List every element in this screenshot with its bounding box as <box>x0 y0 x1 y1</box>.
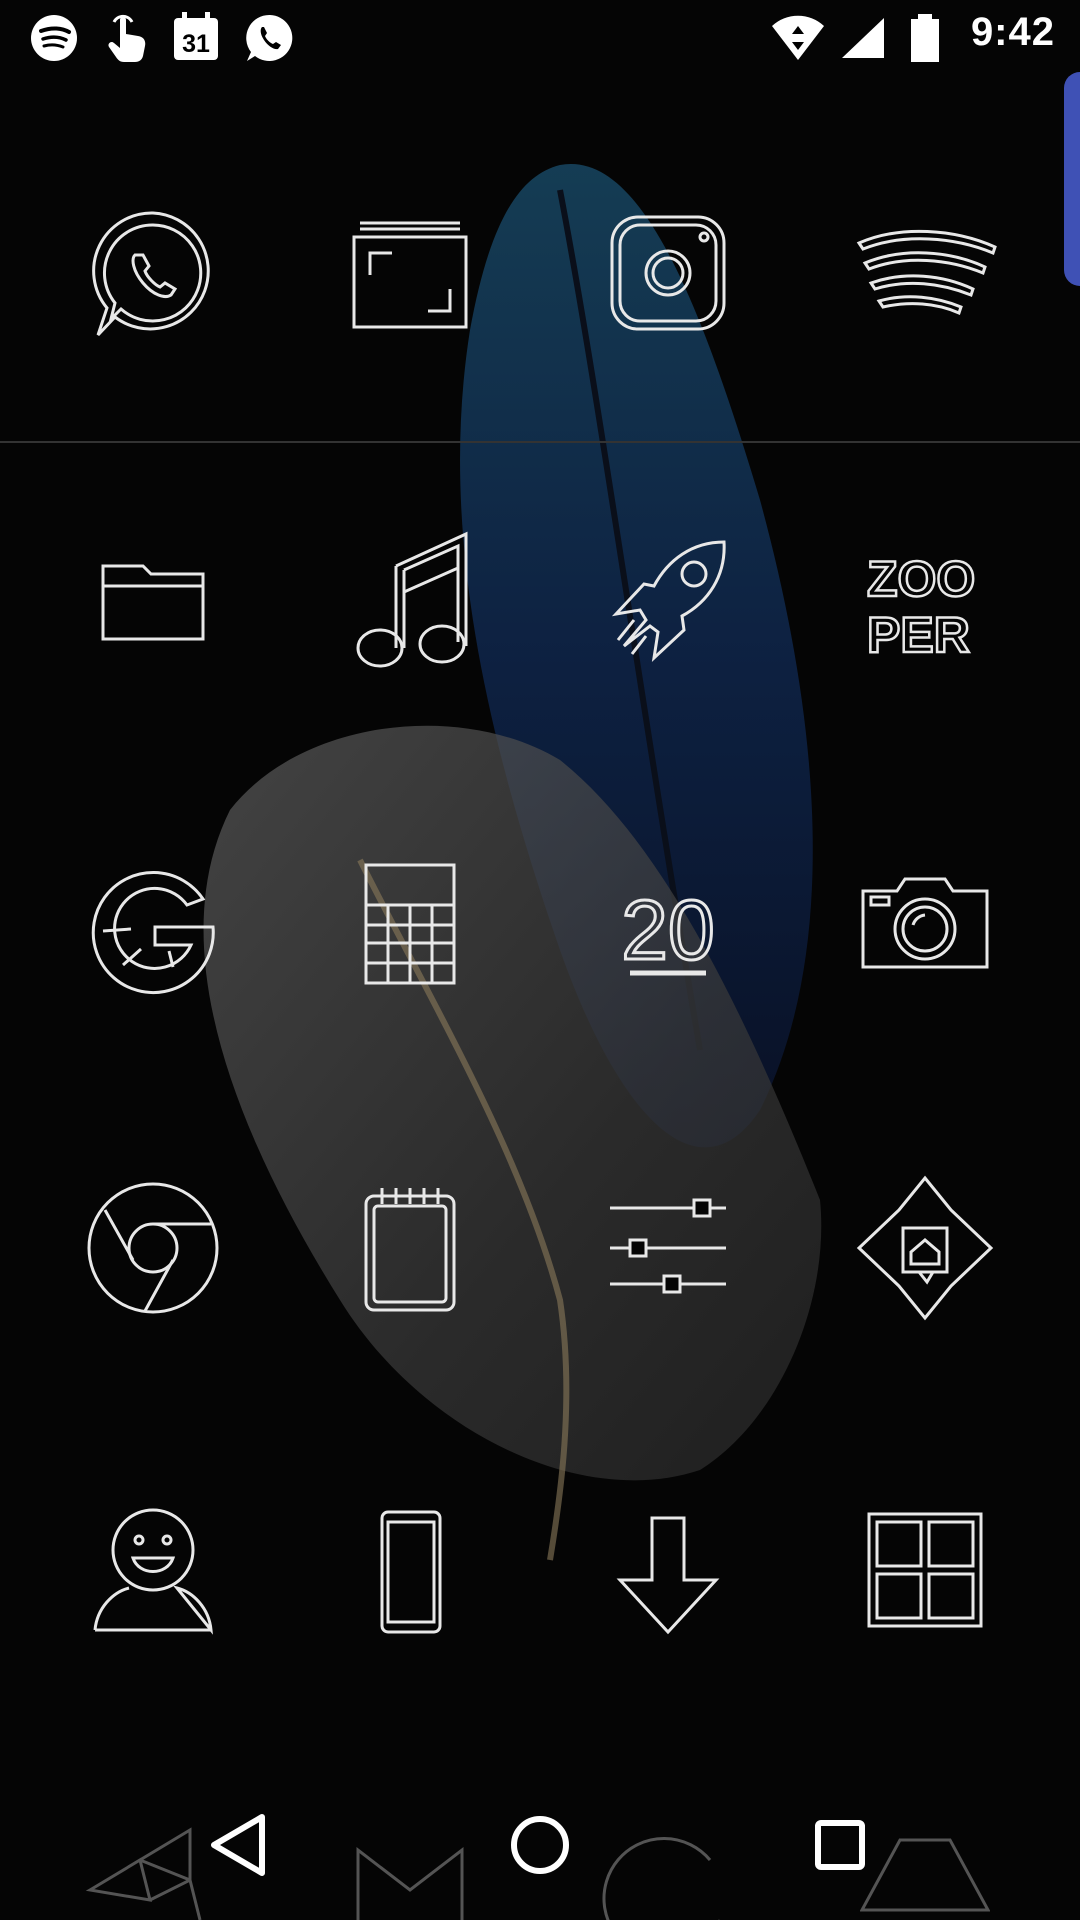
calendar-icon: 31 <box>172 12 220 62</box>
svg-text:20: 20 <box>621 883 714 977</box>
notes-app[interactable] <box>330 1168 490 1328</box>
rocket-icon <box>611 540 726 663</box>
camera-icon <box>861 877 989 969</box>
instagram-app[interactable] <box>588 195 748 355</box>
google-app[interactable] <box>73 845 233 1005</box>
windows-grid-icon <box>867 1512 983 1628</box>
phone-device-icon <box>380 1510 442 1634</box>
chrome-icon <box>87 1182 219 1314</box>
music-icon <box>356 531 468 668</box>
dock-divider <box>0 441 1080 443</box>
rocket-launcher-app[interactable] <box>588 520 748 680</box>
svg-text:ZOO: ZOO <box>867 551 975 607</box>
google-icon <box>91 871 215 994</box>
folder-icon <box>101 564 205 641</box>
notepad-icon <box>364 1188 456 1312</box>
recents-icon[interactable] <box>790 1795 890 1895</box>
zooper-app[interactable]: ZOO PER <box>845 520 1005 680</box>
battery-icon <box>911 14 939 62</box>
wifi-icon <box>772 15 824 61</box>
home-icon[interactable] <box>490 1795 590 1895</box>
status-clock: 9:42 <box>970 10 1055 54</box>
files-app[interactable] <box>73 520 233 680</box>
tiles-app[interactable] <box>845 1492 1005 1652</box>
back-icon[interactable] <box>190 1795 290 1895</box>
spotify-icon <box>31 15 77 61</box>
download-icon <box>616 1516 720 1635</box>
calendar-grid-icon <box>364 863 456 985</box>
tap-gesture-icon <box>108 14 146 62</box>
calendar-app[interactable] <box>330 845 490 1005</box>
whatsapp-icon <box>246 14 293 62</box>
date-widget-app[interactable]: 20 <box>588 845 748 1005</box>
settings-app[interactable] <box>588 1168 748 1328</box>
cell-signal-icon <box>842 18 884 58</box>
camera-app[interactable] <box>845 845 1005 1005</box>
contacts-icon <box>93 1508 213 1635</box>
whatsapp-app[interactable] <box>73 195 233 355</box>
calendar-day: 31 <box>182 30 210 58</box>
spotify-icon <box>856 229 997 316</box>
zooper-icon: ZOO PER <box>866 550 977 665</box>
instagram-icon <box>610 215 726 331</box>
phone-app[interactable] <box>330 1492 490 1652</box>
svg-text:PER: PER <box>867 607 970 663</box>
downloads-app[interactable] <box>588 1492 748 1652</box>
settings-sliders-icon <box>610 1198 726 1294</box>
edge-panel-handle[interactable] <box>1064 72 1080 286</box>
whatsapp-icon <box>92 211 210 337</box>
launcher-app[interactable] <box>845 1168 1005 1328</box>
gallery-icon <box>352 221 468 329</box>
launcher-home-icon <box>856 1175 994 1321</box>
contacts-app[interactable] <box>73 1492 233 1652</box>
status-bar: 31 9:42 <box>0 0 1080 76</box>
chrome-app[interactable] <box>73 1168 233 1328</box>
date-20-icon: 20 <box>620 882 716 979</box>
spotify-app[interactable] <box>845 195 1005 355</box>
music-app[interactable] <box>330 520 490 680</box>
gallery-app[interactable] <box>330 195 490 355</box>
